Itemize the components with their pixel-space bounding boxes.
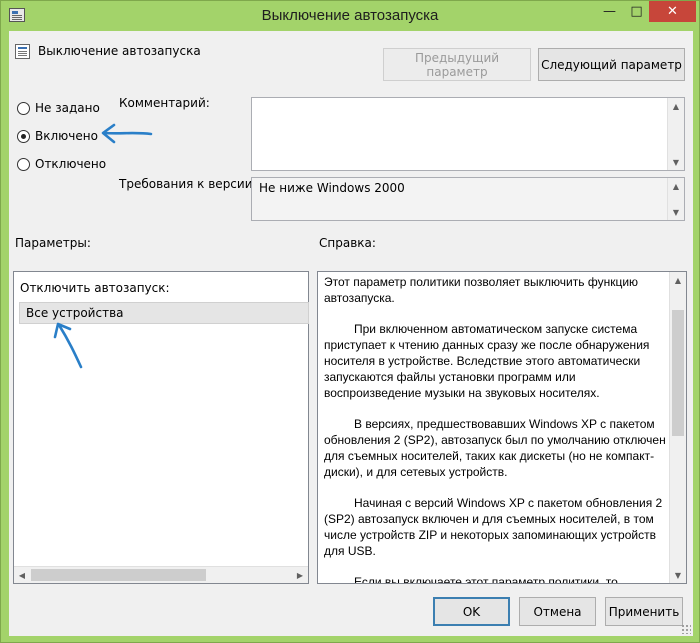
params-pane: Отключить автозапуск: Все устройства ◀ ▶: [13, 271, 309, 584]
help-paragraph: В версиях, предшествовавших Windows XP с…: [324, 417, 666, 479]
params-hscrollbar[interactable]: ◀ ▶: [14, 566, 308, 583]
policy-icon: [15, 44, 30, 59]
scroll-up-icon[interactable]: ▲: [670, 272, 686, 288]
params-label: Параметры:: [15, 236, 91, 250]
radio-disabled[interactable]: Отключено: [17, 157, 106, 171]
scroll-thumb[interactable]: [31, 569, 206, 581]
minimize-icon[interactable]: —: [596, 1, 623, 22]
radio-label-disabled: Отключено: [35, 157, 107, 171]
scroll-down-icon[interactable]: ▼: [668, 204, 684, 220]
requirements-label: Требования к версии:: [119, 177, 257, 191]
next-setting-button[interactable]: Следующий параметр: [538, 48, 685, 81]
autorun-devices-select[interactable]: Все устройства: [19, 302, 309, 324]
radio-circle-selected[interactable]: [17, 129, 30, 143]
help-paragraph: При включенном автоматическом запуске си…: [324, 322, 650, 400]
scroll-left-icon[interactable]: ◀: [14, 567, 30, 583]
help-text: Этот параметр политики позволяет выключи…: [324, 274, 666, 584]
autorun-option-title: Отключить автозапуск:: [20, 281, 170, 295]
requirements-scrollbar[interactable]: ▲ ▼: [667, 178, 684, 220]
scroll-up-icon[interactable]: ▲: [668, 178, 684, 194]
maximize-icon[interactable]: □: [623, 1, 650, 22]
radio-label-not-configured: Не задано: [35, 101, 100, 115]
scroll-thumb[interactable]: [672, 310, 684, 436]
comment-label: Комментарий:: [119, 96, 210, 110]
window-title: Выключение автозапуска: [261, 7, 439, 24]
help-pane: Этот параметр политики позволяет выключи…: [317, 271, 687, 584]
resize-grip-icon[interactable]: [681, 624, 691, 634]
scroll-right-icon[interactable]: ▶: [292, 567, 308, 583]
scroll-up-icon[interactable]: ▲: [668, 98, 684, 114]
help-paragraph: Если вы включаете этот параметр политики…: [354, 575, 618, 584]
radio-enabled[interactable]: Включено: [17, 129, 98, 143]
comment-textarea[interactable]: ▲ ▼: [251, 97, 685, 171]
scroll-down-icon[interactable]: ▼: [668, 154, 684, 170]
scroll-down-icon[interactable]: ▼: [670, 567, 686, 583]
cancel-button[interactable]: Отмена: [519, 597, 596, 626]
help-scrollbar[interactable]: ▲ ▼: [669, 272, 686, 583]
dialog-client-area: Выключение автозапуска Предыдущий параме…: [9, 31, 693, 636]
close-icon[interactable]: ✕: [649, 1, 696, 22]
help-label: Справка:: [319, 236, 376, 250]
radio-not-configured[interactable]: Не задано: [17, 101, 100, 115]
ok-button[interactable]: OK: [433, 597, 510, 626]
requirements-box: Не ниже Windows 2000 ▲ ▼: [251, 177, 685, 221]
apply-button[interactable]: Применить: [605, 597, 683, 626]
radio-label-enabled: Включено: [35, 129, 98, 143]
previous-setting-button[interactable]: Предыдущий параметр: [383, 48, 531, 81]
radio-circle[interactable]: [17, 157, 30, 171]
dialog-window: Выключение автозапуска — □ ✕ Выключение …: [0, 0, 700, 643]
help-paragraph: Начиная с версий Windows XP с пакетом об…: [324, 496, 663, 558]
comment-scrollbar[interactable]: ▲ ▼: [667, 98, 684, 170]
radio-circle[interactable]: [17, 101, 30, 115]
requirements-value: Не ниже Windows 2000: [259, 181, 405, 195]
policy-name: Выключение автозапуска: [38, 44, 201, 58]
help-paragraph: Этот параметр политики позволяет выключи…: [324, 275, 639, 305]
title-bar[interactable]: Выключение автозапуска — □ ✕: [1, 1, 699, 31]
